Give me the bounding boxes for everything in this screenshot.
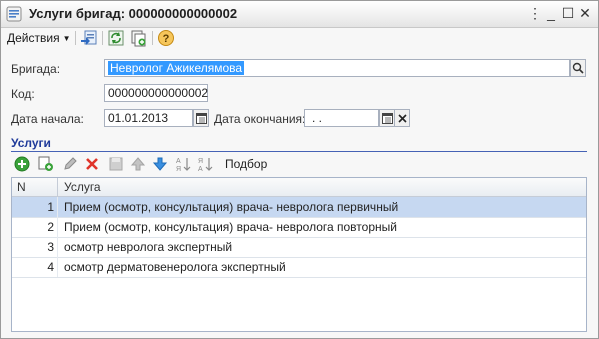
actions-menu-button[interactable]: Действия ▼ — [7, 29, 71, 47]
calendar-icon — [195, 113, 207, 124]
end-date-calendar-button[interactable] — [379, 109, 395, 127]
column-divider[interactable] — [57, 178, 58, 196]
add-copy-icon[interactable] — [37, 155, 55, 173]
service-name: Прием (осмотр, консультация) врача- невр… — [64, 220, 397, 234]
column-header-service[interactable]: Услуга — [64, 180, 101, 194]
form-window: Услуги бригад: 000000000000002 ⋮ _ ☐ ✕ Д… — [0, 0, 599, 339]
svg-text:A: A — [176, 158, 181, 165]
code-label: Код: — [11, 87, 35, 101]
sort-ascending-icon[interactable]: A Я — [175, 155, 193, 173]
row-number: 4 — [47, 260, 54, 274]
section-divider — [11, 151, 587, 152]
window-title: Услуги бригад: 000000000000002 — [29, 6, 238, 21]
title-bar: Услуги бригад: 000000000000002 ⋮ _ ☐ ✕ — [1, 1, 598, 28]
window-menu-icon[interactable]: ⋮ — [527, 5, 543, 21]
end-date-label: Дата окончания: — [214, 112, 306, 126]
main-toolbar: Действия ▼ ? — [1, 28, 598, 48]
cell-divider — [57, 257, 58, 277]
table-row[interactable]: 2 Прием (осмотр, консультация) врача- нев… — [12, 217, 586, 238]
table-header: N Услуга — [12, 178, 586, 197]
maximize-icon[interactable]: ☐ — [560, 5, 576, 21]
copy-icon[interactable] — [129, 29, 147, 47]
help-icon[interactable]: ? — [157, 29, 175, 47]
code-value: 000000000000002 — [108, 86, 209, 100]
services-table: N Услуга 1 Прием (осмотр, консультация) в… — [11, 177, 587, 332]
services-section-title: Услуги — [11, 136, 51, 150]
service-name: осмотр дерматовенеролога экспертный — [64, 260, 286, 274]
toolbar-separator — [152, 31, 153, 45]
service-name: Прием (осмотр, консультация) врача- невр… — [64, 200, 399, 214]
cell-divider — [57, 197, 58, 217]
minimize-icon[interactable]: _ — [543, 5, 559, 21]
start-date-field[interactable]: 01.01.2013 — [104, 109, 193, 127]
end-edit-icon[interactable] — [107, 155, 125, 173]
table-row[interactable]: 3 осмотр невролога экспертный — [12, 237, 586, 258]
brigade-label: Бригада: — [11, 62, 61, 76]
sort-descending-icon[interactable]: Я A — [197, 155, 215, 173]
start-date-label: Дата начала: — [11, 112, 84, 126]
end-date-value: . . — [312, 111, 323, 125]
service-name: осмотр невролога экспертный — [64, 240, 233, 254]
toolbar-separator — [102, 31, 103, 45]
calendar-icon — [381, 113, 393, 124]
add-icon[interactable] — [13, 155, 31, 173]
form-icon — [6, 6, 22, 22]
start-date-value: 01.01.2013 — [108, 111, 169, 125]
services-toolbar: A Я Я A Подбор — [11, 155, 411, 173]
clear-x-icon — [397, 114, 407, 123]
row-number: 3 — [47, 240, 54, 254]
svg-text:A: A — [198, 166, 203, 173]
start-date-calendar-button[interactable] — [193, 109, 209, 127]
end-date-field[interactable]: . . — [304, 109, 379, 127]
code-field[interactable]: 000000000000002 — [104, 84, 208, 102]
row-number: 2 — [47, 220, 54, 234]
svg-text:Я: Я — [176, 166, 181, 173]
column-header-n[interactable]: N — [17, 180, 26, 194]
brigade-value: Невролог Ажикелямова — [108, 61, 245, 75]
refresh-icon[interactable] — [107, 29, 125, 47]
cell-divider — [57, 217, 58, 237]
move-up-icon[interactable] — [129, 155, 147, 173]
delete-icon[interactable] — [83, 155, 101, 173]
chevron-down-icon: ▼ — [62, 34, 71, 43]
end-date-clear-button[interactable] — [394, 109, 410, 127]
brigade-select-button[interactable] — [570, 59, 586, 77]
svg-text:Я: Я — [198, 158, 203, 165]
pick-button[interactable]: Подбор — [225, 157, 267, 171]
cell-divider — [57, 237, 58, 257]
row-number: 1 — [47, 200, 54, 214]
edit-icon[interactable] — [61, 155, 79, 173]
move-down-icon[interactable] — [151, 155, 169, 173]
move-to-list-icon[interactable] — [80, 29, 98, 47]
toolbar-separator — [75, 31, 76, 45]
close-icon[interactable]: ✕ — [577, 5, 593, 21]
brigade-field[interactable]: Невролог Ажикелямова — [104, 59, 570, 77]
magnifier-icon — [572, 62, 584, 74]
actions-menu-label: Действия — [7, 31, 60, 45]
svg-text:?: ? — [163, 33, 170, 45]
table-row[interactable]: 4 осмотр дерматовенеролога экспертный — [12, 257, 586, 278]
table-row[interactable]: 1 Прием (осмотр, консультация) врача- нев… — [12, 197, 586, 218]
